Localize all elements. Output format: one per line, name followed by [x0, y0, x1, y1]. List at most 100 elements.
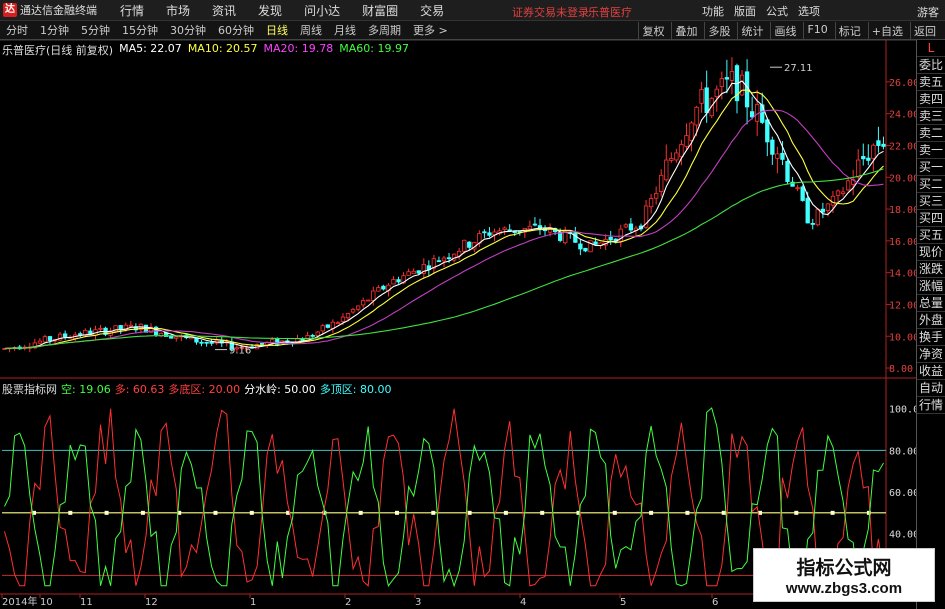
price-tick-label: 16.00: [889, 237, 916, 248]
candle-body: [694, 106, 699, 126]
watershed-dot: [467, 510, 472, 515]
candle-body: [320, 325, 325, 332]
candle-body: [259, 343, 265, 345]
order-book-column: L 委比 卖五 卖四 卖三 卖二 卖一 买一 买二 买三 买四 买五 现价 涨跌 涨幅 总量 外盘 换手 净资 收益自…: [916, 40, 945, 609]
price-tick-label: 14.00: [889, 269, 916, 280]
candle-body: [335, 322, 341, 325]
watershed-dot: [794, 510, 799, 515]
candle-body: [169, 335, 174, 339]
side-item-0[interactable]: 委比: [917, 57, 945, 74]
candle-body: [199, 341, 204, 344]
side-item-8[interactable]: 买三: [917, 193, 945, 210]
candle-body: [350, 309, 356, 313]
candle-body: [800, 186, 805, 201]
candle-body: [820, 208, 826, 213]
x-axis-label: 1: [250, 597, 256, 608]
candle-body: [583, 247, 588, 252]
candle-body: [648, 198, 654, 208]
watershed-dot: [68, 510, 73, 515]
candle-body: [704, 87, 709, 114]
side-item-11[interactable]: 现价: [917, 244, 945, 261]
indicator-tick-label: 80.00: [889, 446, 916, 457]
price-tick-label: 20.00: [889, 173, 916, 184]
candle-body: [795, 187, 800, 190]
x-axis-label: 10: [40, 597, 53, 608]
candle-body: [37, 340, 43, 344]
candle-body: [876, 140, 881, 146]
watershed-dot: [140, 510, 145, 515]
guest-user[interactable]: 游客: [917, 4, 939, 20]
candle-body: [608, 236, 613, 241]
candle-body: [699, 89, 704, 104]
side-item-9[interactable]: 买四: [917, 210, 945, 227]
candle-body: [674, 152, 679, 161]
price-tick-label: 22.00: [889, 141, 916, 152]
watershed-dot: [540, 510, 545, 515]
watershed-dot: [249, 510, 254, 515]
candle-body: [749, 111, 755, 118]
candle-body: [729, 71, 735, 81]
candle-body: [396, 279, 401, 283]
watermark-url: www.zbgs3.com: [785, 580, 903, 597]
candle-body: [861, 156, 866, 160]
side-item-10[interactable]: 买五: [917, 227, 945, 244]
candle-body: [628, 223, 634, 231]
watershed-dot: [213, 510, 218, 515]
side-item-20[interactable]: 行情: [917, 397, 945, 414]
x-axis-label: 5: [620, 597, 626, 608]
kong-line: [4, 407, 884, 588]
side-item-5[interactable]: 卖一: [917, 142, 945, 159]
candle-body: [502, 227, 507, 230]
candle-body: [371, 290, 376, 301]
side-item-4[interactable]: 卖二: [917, 125, 945, 142]
price-tick-label: 8.00: [889, 364, 913, 375]
candle-body: [719, 78, 724, 87]
candle-body: [835, 190, 841, 196]
candle-body: [366, 299, 371, 302]
candle-body: [174, 336, 179, 339]
candle-body: [62, 333, 68, 338]
high-label: 27.11: [784, 63, 813, 74]
candle-body: [355, 305, 361, 310]
side-item-14[interactable]: 总量: [917, 295, 945, 312]
watermark: 指标公式网 www.zbgs3.com: [753, 548, 935, 602]
side-item-19[interactable]: 自动: [917, 380, 945, 397]
candle-body: [593, 241, 598, 245]
side-item-2[interactable]: 卖四: [917, 91, 945, 108]
watershed-dot: [612, 510, 617, 515]
indicator-tick-label: 60.00: [889, 488, 916, 499]
x-axis-label: 12: [145, 597, 158, 608]
candle-body: [507, 229, 512, 232]
watershed-dot: [830, 510, 835, 515]
side-item-3[interactable]: 卖三: [917, 108, 945, 125]
side-item-7[interactable]: 买二: [917, 176, 945, 193]
side-item-15[interactable]: 外盘: [917, 312, 945, 329]
candle-body: [361, 300, 366, 306]
candle-body: [340, 316, 346, 322]
candle-body: [856, 159, 861, 178]
candle-body: [714, 88, 719, 98]
candle-body: [376, 287, 381, 292]
ma20-line: [4, 109, 884, 350]
candle-body: [446, 257, 452, 260]
watershed-dot: [685, 510, 690, 515]
price-tick-label: 18.00: [889, 205, 916, 216]
candle-body: [441, 257, 447, 262]
side-item-12[interactable]: 涨跌: [917, 261, 945, 278]
side-item-1[interactable]: 卖五: [917, 74, 945, 91]
candle-body: [345, 313, 351, 319]
candle-body: [42, 336, 48, 343]
side-item-6[interactable]: 买一: [917, 159, 945, 176]
side-item-13[interactable]: 涨幅: [917, 278, 945, 295]
side-item-17[interactable]: 净资: [917, 346, 945, 363]
side-header: L: [917, 40, 945, 57]
candle-body: [679, 144, 684, 158]
side-item-18[interactable]: 收益: [917, 363, 945, 380]
candle-body: [871, 144, 876, 159]
candle-body: [527, 225, 533, 230]
side-item-16[interactable]: 换手: [917, 329, 945, 346]
candle-body: [825, 203, 831, 211]
kline-chart[interactable]: 26.0024.0022.0020.0018.0016.0014.0012.00…: [0, 0, 916, 609]
x-axis-label: 2: [345, 597, 351, 608]
candle-body: [845, 180, 851, 191]
